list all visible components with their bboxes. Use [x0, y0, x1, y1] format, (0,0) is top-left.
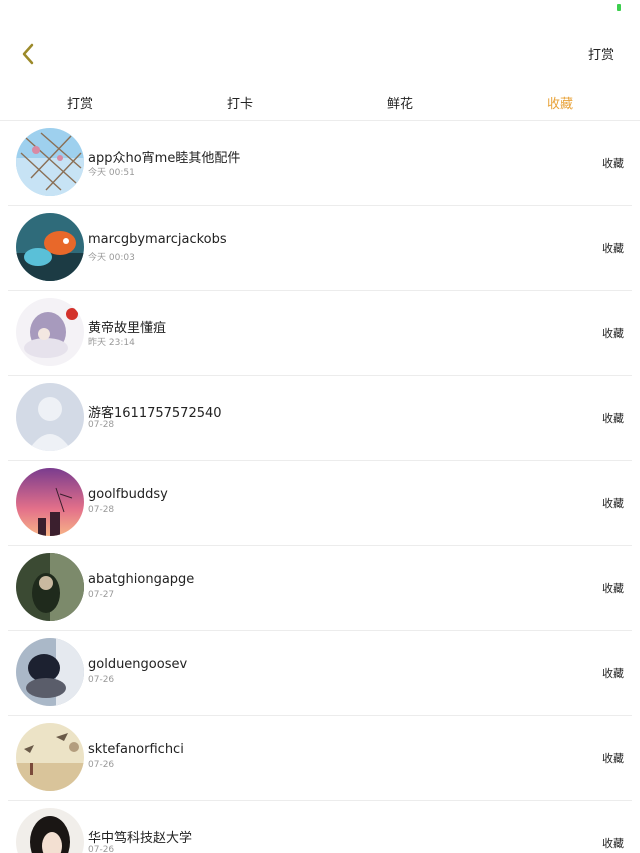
screen: 打赏 打赏 打卡 鲜花 收藏 app众ho宵me睦其他配件 今天 00:51 收… — [0, 0, 640, 853]
tab-checkin[interactable]: 打卡 — [160, 88, 320, 120]
favorite-button[interactable]: 收藏 — [602, 495, 624, 511]
favorite-button[interactable]: 收藏 — [602, 580, 624, 596]
back-button[interactable] — [14, 40, 42, 68]
favorite-button[interactable]: 收藏 — [602, 410, 624, 426]
favorite-button[interactable]: 收藏 — [602, 835, 624, 851]
list-item[interactable]: 游客1611757572540 07-28 收藏 — [8, 376, 632, 461]
tab-favorites[interactable]: 收藏 — [480, 88, 640, 120]
timestamp: 07-28 — [88, 420, 115, 430]
list-item[interactable]: marcgbymarcjackobs 今天 00:03 收藏 — [8, 206, 632, 291]
user-name: goolfbuddsy — [88, 487, 168, 502]
timestamp: 07-28 — [88, 505, 115, 515]
user-name: golduengoosev — [88, 657, 188, 672]
timestamp: 今天 00:03 — [88, 253, 135, 263]
chevron-left-icon — [22, 43, 34, 65]
list-item[interactable]: app众ho宵me睦其他配件 今天 00:51 收藏 — [8, 121, 632, 206]
timestamp: 昨天 23:14 — [88, 338, 135, 348]
timestamp: 07-26 — [88, 675, 115, 685]
timestamp: 07-26 — [88, 760, 115, 770]
tab-bar: 打赏 打卡 鲜花 收藏 — [0, 88, 640, 121]
reward-nav-button[interactable]: 打赏 — [588, 44, 614, 63]
tab-reward[interactable]: 打赏 — [0, 88, 160, 120]
avatar — [16, 468, 84, 536]
list-item[interactable]: 华中笃科技赵大学 07-26 收藏 — [8, 801, 632, 853]
avatar — [16, 383, 84, 451]
avatar — [16, 638, 84, 706]
navigation-bar: 打赏 — [0, 20, 640, 88]
favorite-button[interactable]: 收藏 — [602, 155, 624, 171]
user-name: app众ho宵me睦其他配件 — [88, 151, 241, 166]
timestamp: 07-27 — [88, 590, 115, 600]
list-item[interactable]: goolfbuddsy 07-28 收藏 — [8, 461, 632, 546]
avatar — [16, 128, 84, 196]
status-bar — [0, 0, 640, 20]
favorite-button[interactable]: 收藏 — [602, 665, 624, 681]
timestamp: 07-26 — [88, 845, 115, 853]
avatar — [16, 723, 84, 791]
list-item[interactable]: abatghiongapge 07-27 收藏 — [8, 546, 632, 631]
favorite-button[interactable]: 收藏 — [602, 750, 624, 766]
avatar — [16, 808, 84, 853]
user-name: 游客1611757572540 — [88, 406, 222, 421]
favorite-button[interactable]: 收藏 — [602, 240, 624, 256]
battery-icon — [617, 4, 621, 11]
user-name: sktefanorfichci — [88, 742, 184, 757]
user-name: abatghiongapge — [88, 572, 195, 587]
list-item[interactable]: 黄帝故里懂疽 昨天 23:14 收藏 — [8, 291, 632, 376]
user-name: marcgbymarcjackobs — [88, 232, 227, 247]
user-list: app众ho宵me睦其他配件 今天 00:51 收藏 marcgbymarcja… — [0, 121, 640, 853]
list-item[interactable]: sktefanorfichci 07-26 收藏 — [8, 716, 632, 801]
user-name: 华中笃科技赵大学 — [88, 831, 193, 846]
avatar — [16, 298, 84, 366]
list-item[interactable]: golduengoosev 07-26 收藏 — [8, 631, 632, 716]
user-name: 黄帝故里懂疽 — [88, 321, 167, 336]
tab-flowers[interactable]: 鲜花 — [320, 88, 480, 120]
timestamp: 今天 00:51 — [88, 168, 135, 178]
favorite-button[interactable]: 收藏 — [602, 325, 624, 341]
avatar — [16, 213, 84, 281]
avatar — [16, 553, 84, 621]
